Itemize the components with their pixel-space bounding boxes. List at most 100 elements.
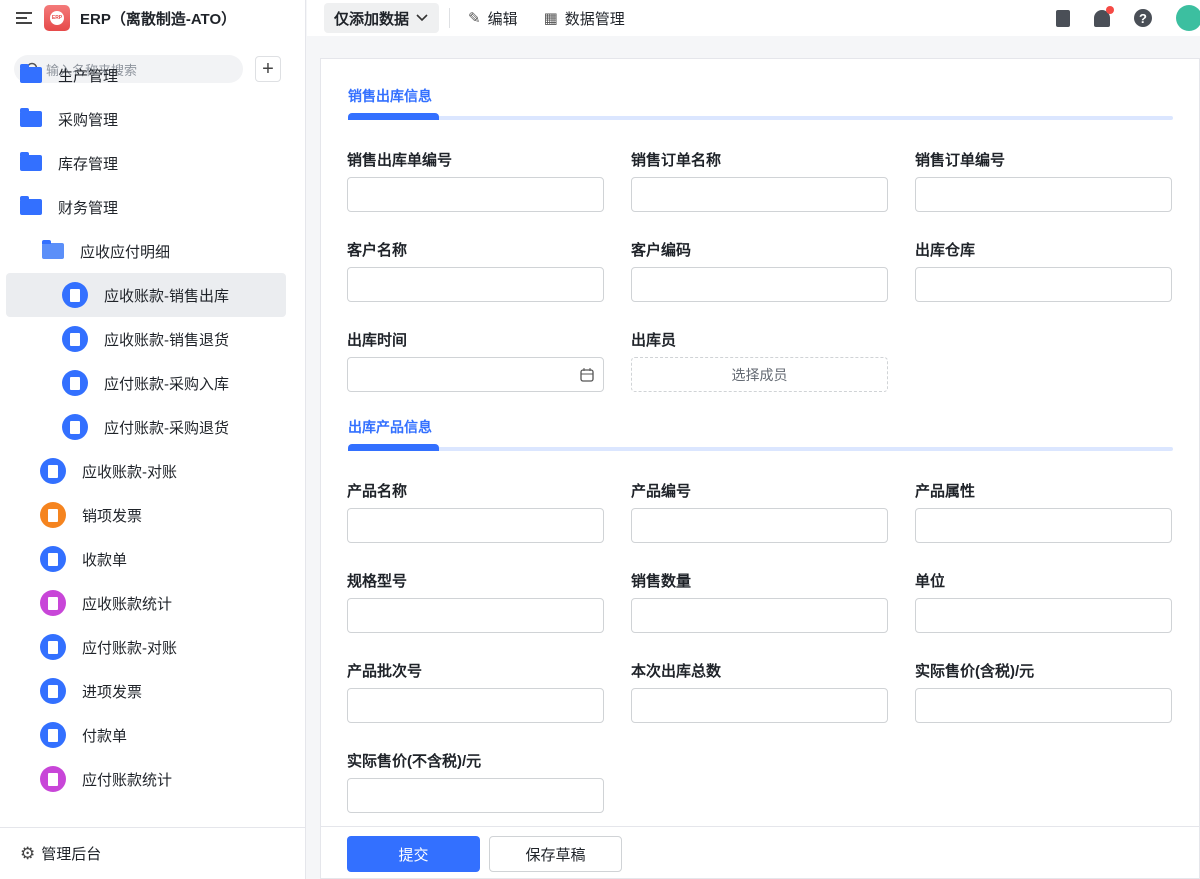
avatar[interactable] — [1176, 5, 1200, 31]
doc-icon — [62, 370, 88, 396]
sidebar-item[interactable]: 采购管理 — [6, 97, 286, 141]
sidebar-item[interactable]: 进项发票 — [6, 669, 286, 713]
text-input[interactable] — [347, 688, 604, 723]
yen-icon — [40, 722, 66, 748]
chart-icon — [40, 590, 66, 616]
sidebar-item-label: 收款单 — [82, 551, 128, 569]
text-input[interactable] — [347, 598, 604, 633]
admin-link[interactable]: ⚙ 管理后台 — [0, 827, 305, 879]
sidebar-item[interactable]: 应收应付明细 — [6, 229, 286, 273]
chevron-down-icon — [416, 14, 428, 22]
sidebar-item[interactable]: 应付账款-对账 — [6, 625, 286, 669]
sidebar-item[interactable]: 付款单 — [6, 713, 286, 757]
menu-icon[interactable] — [16, 12, 32, 24]
text-input[interactable] — [347, 508, 604, 543]
section-divider — [348, 113, 1173, 120]
doc-icon — [62, 282, 88, 308]
folder-open-icon — [42, 240, 64, 259]
text-input[interactable] — [631, 177, 888, 212]
form-field: 产品编号 — [631, 480, 888, 543]
sidebar-item[interactable]: 库存管理 — [6, 141, 286, 185]
form-field: 出库时间 — [347, 329, 604, 392]
sidebar-item[interactable]: 生产管理 — [6, 53, 286, 97]
sidebar: ERP ERP（离散制造-ATO） 输入名称来搜索 + 生产管理 采购管理 库存管理… — [0, 0, 306, 879]
field-label: 客户名称 — [347, 242, 408, 259]
sidebar-item[interactable]: 应收账款-对账 — [6, 449, 286, 493]
field-label: 产品批次号 — [347, 663, 423, 680]
member-picker[interactable]: 选择成员 — [631, 357, 888, 392]
yen-icon — [40, 634, 66, 660]
text-input[interactable] — [915, 508, 1172, 543]
sidebar-item[interactable]: 应付账款-采购入库 — [6, 361, 286, 405]
text-input[interactable] — [631, 267, 888, 302]
form-field: 客户名称 — [347, 239, 604, 302]
form-field: 出库仓库 — [915, 239, 1172, 302]
text-input[interactable] — [631, 598, 888, 633]
edit-label: 编辑 — [487, 10, 518, 28]
sidebar-item[interactable]: 应付账款统计 — [6, 757, 286, 801]
sidebar-item-label: 进项发票 — [82, 683, 143, 701]
form-field: 销售出库单编号 — [347, 149, 604, 212]
doc-icon — [40, 458, 66, 484]
notebook-icon[interactable] — [1056, 9, 1070, 27]
text-input[interactable] — [915, 688, 1172, 723]
sidebar-item[interactable]: 应收账款统计 — [6, 581, 286, 625]
field-label: 实际售价(不含税)/元 — [347, 753, 482, 770]
edit-button[interactable]: ✎ 编辑 — [468, 8, 518, 29]
submit-button[interactable]: 提交 — [347, 836, 480, 872]
folder-icon — [20, 152, 42, 171]
form-footer: 提交 保存草稿 — [321, 826, 1199, 878]
bell-icon[interactable] — [1094, 5, 1114, 27]
sidebar-item-label: 应付账款-对账 — [82, 639, 177, 657]
form-field: 本次出库总数 — [631, 660, 888, 723]
sidebar-item-label: 应付账款-采购退货 — [104, 419, 229, 437]
sidebar-item-label: 财务管理 — [58, 199, 119, 217]
sidebar-item[interactable]: 应收账款-销售退货 — [6, 317, 286, 361]
sidebar-item-label: 应收账款-对账 — [82, 463, 177, 481]
folder-icon — [20, 196, 42, 215]
sidebar-item-label: 应收账款-销售退货 — [104, 331, 229, 349]
field-label: 实际售价(含税)/元 — [915, 663, 1035, 680]
field-label: 销售订单编号 — [915, 152, 1006, 169]
admin-label: 管理后台 — [41, 846, 102, 863]
sidebar-item[interactable]: 财务管理 — [6, 185, 286, 229]
text-input[interactable] — [915, 177, 1172, 212]
divider — [449, 8, 451, 28]
text-input[interactable] — [347, 778, 604, 813]
text-input[interactable] — [915, 598, 1172, 633]
save-draft-button[interactable]: 保存草稿 — [489, 836, 622, 872]
form-field: 实际售价(含税)/元 — [915, 660, 1172, 723]
sidebar-item[interactable]: 应收账款-销售出库 — [6, 273, 286, 317]
text-input[interactable] — [631, 688, 888, 723]
sidebar-item[interactable]: 收款单 — [6, 537, 286, 581]
toolbar: 仅添加数据 ✎ 编辑 ▦ 数据管理 ? — [307, 0, 1200, 36]
field-label: 规格型号 — [347, 573, 408, 590]
form-field: 出库员 选择成员 — [631, 329, 888, 392]
form-field: 规格型号 — [347, 570, 604, 633]
text-input[interactable] — [347, 267, 604, 302]
calendar-icon — [580, 368, 594, 382]
text-input[interactable] — [347, 177, 604, 212]
pencil-icon: ✎ — [468, 10, 481, 27]
data-manage-button[interactable]: ▦ 数据管理 — [544, 8, 625, 29]
field-label: 单位 — [915, 573, 946, 590]
mode-dropdown[interactable]: 仅添加数据 — [324, 3, 440, 33]
form-field: 销售订单编号 — [915, 149, 1172, 212]
gear-icon: ⚙ — [20, 843, 36, 863]
text-input[interactable] — [915, 267, 1172, 302]
field-label: 出库员 — [631, 332, 677, 349]
field-label: 出库时间 — [347, 332, 408, 349]
text-input[interactable] — [631, 508, 888, 543]
sidebar-item[interactable]: 销项发票 — [6, 493, 286, 537]
field-label: 客户编码 — [631, 242, 692, 259]
date-input[interactable] — [347, 357, 604, 392]
help-icon[interactable]: ? — [1134, 9, 1152, 27]
form-field: 销售数量 — [631, 570, 888, 633]
sidebar-item[interactable]: 应付账款-采购退货 — [6, 405, 286, 449]
doc-icon — [40, 546, 66, 572]
form-field: 客户编码 — [631, 239, 888, 302]
section-title-products: 出库产品信息 — [348, 419, 432, 435]
nav-tree: 生产管理 采购管理 库存管理财务管理应收应付明细 应收账款-销售出库应收账款-销售退货… — [0, 53, 305, 805]
field-label: 销售出库单编号 — [347, 152, 453, 169]
section-title-outbound: 销售出库信息 — [348, 88, 432, 104]
